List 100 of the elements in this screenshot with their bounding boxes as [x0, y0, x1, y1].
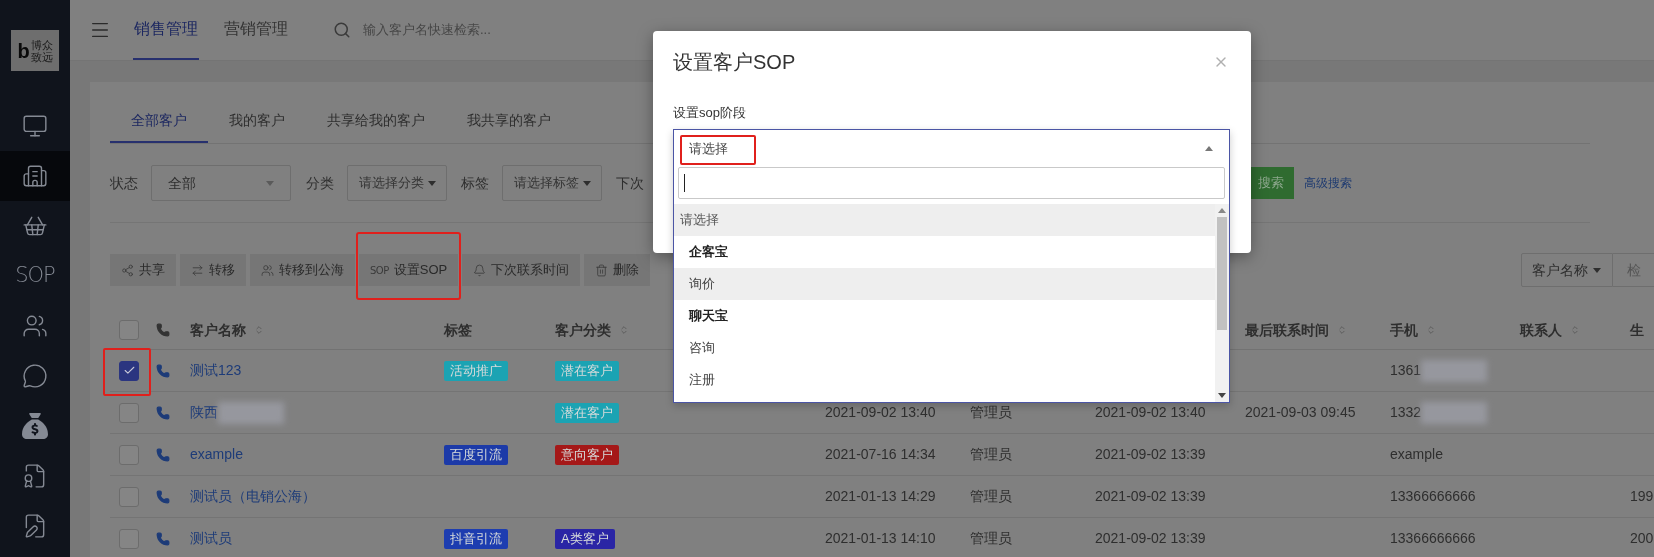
table-cell-text: 199 — [1630, 487, 1654, 506]
phone-icon[interactable] — [156, 447, 170, 462]
toolbar-button[interactable]: 删除 — [584, 254, 651, 286]
column-header[interactable]: 生 — [1630, 319, 1644, 341]
filter-dropdown[interactable]: 请选择分类 — [347, 165, 447, 201]
toolbar-button[interactable]: 共享 — [110, 254, 176, 286]
sop-stage-select[interactable]: 请选择 — [674, 130, 1229, 167]
column-header[interactable]: 手机 — [1390, 319, 1436, 341]
dropdown-option[interactable]: 聊天宝 — [674, 300, 1215, 332]
table-cell-text: example — [1390, 445, 1443, 464]
scrollbar[interactable] — [1215, 204, 1229, 402]
checkbox[interactable] — [119, 528, 139, 549]
nav-tab[interactable]: 营销管理 — [223, 0, 289, 60]
tag-label: 意向客户 — [555, 444, 619, 465]
check-icon — [122, 364, 136, 377]
toolbar-button[interactable]: 转移到公海 — [250, 254, 355, 286]
table-cell-text: 1332 — [1390, 403, 1422, 422]
dropdown-option[interactable]: 请选择 — [674, 204, 1215, 236]
table-cell-text: 13366666666 — [1390, 487, 1476, 506]
users-icon — [261, 263, 274, 277]
checkbox[interactable] — [119, 402, 139, 423]
swap-icon — [191, 263, 204, 277]
table-cell-text: 2021-07-16 14:34 — [825, 445, 936, 464]
advanced-search-link[interactable]: 高级搜索 — [1304, 174, 1352, 192]
users-icon — [22, 313, 48, 339]
sort-icon — [254, 325, 264, 335]
sop-icon: SOP — [370, 262, 389, 278]
building-icon — [22, 163, 48, 189]
tag-label: 抖音引流 — [444, 528, 508, 549]
table-cell-text: 2021-09-02 13:40 — [825, 403, 936, 422]
field-label: 设置sop阶段 — [673, 104, 746, 122]
column-header[interactable]: 最后联系时间 — [1245, 319, 1347, 341]
toolbar-button[interactable]: 转移 — [180, 254, 246, 286]
sort-icon — [1426, 325, 1436, 335]
checkbox[interactable] — [119, 444, 139, 465]
caret-icon — [582, 180, 591, 186]
customer-name-link[interactable]: 测试123 — [190, 360, 242, 381]
table-cell-text: 13366666666 — [1390, 529, 1476, 548]
bell-icon — [473, 263, 487, 277]
tag-label: A类客户 — [555, 528, 615, 549]
search-icon — [333, 21, 351, 39]
dropdown-option[interactable]: 企客宝 — [674, 236, 1215, 268]
checkbox[interactable] — [119, 320, 139, 340]
dropdown-option[interactable]: 询价 — [674, 268, 1215, 300]
filter-label: 下次 — [616, 173, 644, 193]
tag-label: 潜在客户 — [555, 402, 619, 423]
table-cell-text: 2021-01-13 14:29 — [825, 487, 936, 506]
table-cell-text: 1361 — [1390, 361, 1422, 380]
customer-name-link[interactable]: example — [190, 444, 243, 465]
customer-tab[interactable]: 全部客户 — [110, 100, 208, 143]
dropdown-option[interactable]: 注册 — [674, 364, 1215, 396]
sort-icon — [1570, 325, 1580, 335]
customer-tab[interactable]: 共享给我的客户 — [306, 100, 446, 143]
column-header[interactable]: 客户分类 — [555, 319, 629, 341]
option-search-field[interactable] — [678, 167, 1225, 199]
tag-label: 潜在客户 — [555, 360, 619, 381]
caret-icon — [427, 180, 436, 186]
table-cell-text: 2021-09-02 13:39 — [1095, 445, 1206, 464]
sort-icon — [1337, 325, 1347, 335]
search-by-dropdown[interactable]: 客户名称 — [1521, 253, 1613, 287]
column-header[interactable]: 客户名称 — [190, 319, 264, 341]
table-cell-text: 2021-01-13 14:10 — [825, 529, 936, 548]
column-header[interactable]: 联系人 — [1520, 319, 1580, 341]
money-bag-icon — [22, 413, 48, 439]
dropdown-option[interactable]: 咨询 — [674, 332, 1215, 364]
customer-tab[interactable]: 我的客户 — [208, 100, 306, 143]
nav-tab[interactable]: 销售管理 — [133, 0, 199, 60]
scroll-down-icon — [1218, 393, 1226, 398]
toolbar-button[interactable]: SOP 设置SOP — [359, 254, 459, 286]
sort-icon — [619, 325, 629, 335]
caret-icon — [1593, 267, 1602, 273]
checkbox[interactable] — [119, 486, 139, 507]
table-cell-text: 管理员 — [970, 487, 1012, 506]
tag-label: 活动推广 — [444, 360, 508, 381]
sidebar-item[interactable]: SOP — [0, 251, 70, 301]
caret-icon — [1205, 146, 1213, 151]
sidebar-item[interactable] — [0, 151, 70, 201]
table-cell-text: 2021-09-03 09:45 — [1245, 403, 1356, 422]
phone-icon[interactable] — [156, 363, 170, 378]
table-cell-text: 管理员 — [970, 403, 1012, 422]
table-cell-text: 2021-09-02 13:39 — [1095, 487, 1206, 506]
customer-name-link[interactable]: 测试员 — [190, 528, 232, 549]
toolbar-button[interactable]: 下次联系时间 — [462, 254, 581, 286]
checkbox[interactable] — [119, 360, 139, 381]
phone-icon[interactable] — [156, 405, 170, 420]
filter-label: 分类 — [306, 173, 334, 193]
customer-name-link[interactable]: 测试员（电销公海） — [190, 486, 316, 507]
customer-name-link[interactable]: 陕西 — [190, 402, 218, 423]
phone-icon — [156, 323, 170, 337]
filter-dropdown[interactable]: 请选择标签 — [502, 165, 602, 201]
chat-icon — [22, 363, 48, 389]
customer-tab[interactable]: 我共享的客户 — [446, 100, 572, 143]
filter-label: 标签 — [461, 173, 489, 193]
share-icon — [121, 263, 134, 277]
trash-icon — [595, 263, 609, 277]
phone-icon[interactable] — [156, 489, 170, 504]
filter-label: 状态 — [110, 173, 138, 193]
status-select[interactable]: 全部 — [151, 165, 291, 201]
phone-icon[interactable] — [156, 531, 170, 546]
column-header[interactable]: 标签 — [444, 319, 472, 341]
